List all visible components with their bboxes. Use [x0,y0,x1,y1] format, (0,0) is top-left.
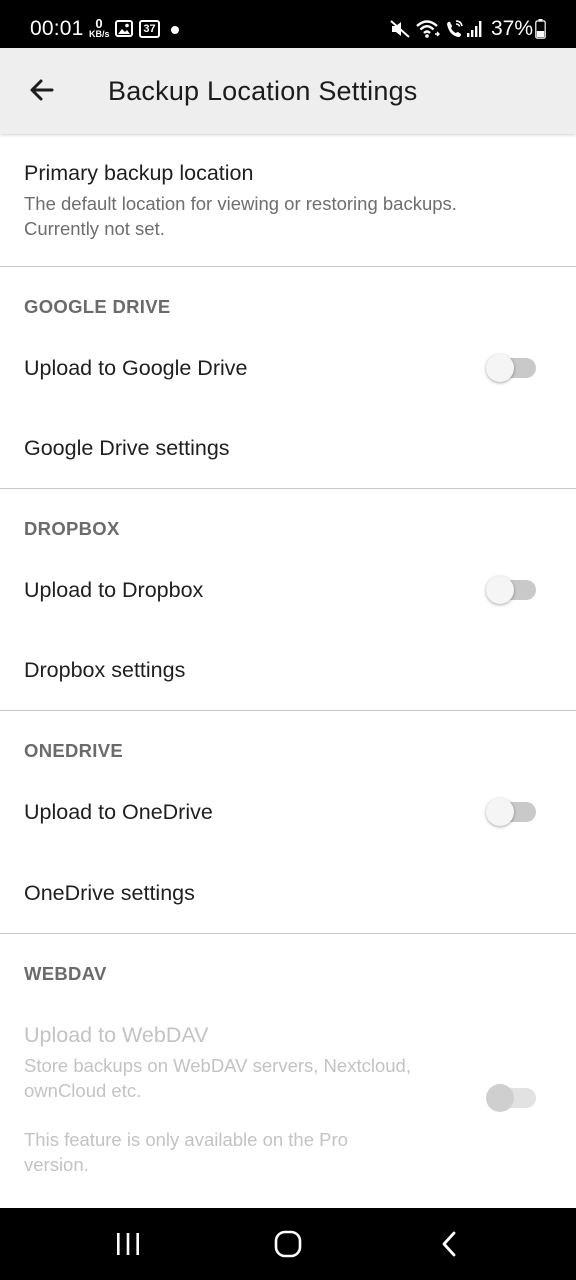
upload-to-webdav-item: Upload to WebDAV Store backups on WebDAV… [0,996,576,1196]
mute-icon [390,20,410,38]
notification-count-badge: 37 [139,20,160,38]
network-speed-unit: KB/s [89,29,110,39]
status-time: 00:01 [30,17,84,40]
dropbox-settings-label: Dropbox settings [24,658,186,682]
divider [0,266,576,267]
upload-to-dropbox-label: Upload to Dropbox [24,578,204,602]
divider [0,488,576,489]
toggle-thumb [486,798,514,826]
category-google-drive: GOOGLE DRIVE [24,296,171,317]
network-speed-indicator: 0 KB/s [89,17,110,41]
dropbox-upload-toggle[interactable] [484,574,540,606]
settings-list[interactable]: Primary backup location The default loca… [0,134,576,1208]
system-navigation-bar [0,1208,576,1280]
wifi-calling-icon [447,20,482,37]
webdav-summary-line1: Store backups on WebDAV servers, Nextclo… [24,1055,411,1076]
onedrive-settings-item[interactable]: OneDrive settings [0,852,576,933]
upload-to-dropbox-item[interactable]: Upload to Dropbox [0,550,576,630]
category-webdav: WEBDAV [24,963,107,984]
battery-percent: 37% [491,17,534,40]
primary-backup-location-title: Primary backup location [24,161,254,185]
toggle-thumb [486,576,514,604]
home-icon [274,1230,302,1258]
divider [0,933,576,934]
arrow-left-icon [30,79,54,101]
onedrive-settings-label: OneDrive settings [24,881,195,905]
back-icon [442,1231,456,1257]
upload-to-webdav-label: Upload to WebDAV [24,1023,209,1047]
upload-to-google-drive-item[interactable]: Upload to Google Drive [0,328,576,408]
toggle-thumb [486,1084,514,1112]
category-dropbox: DROPBOX [24,518,120,539]
app-toolbar: Backup Location Settings [0,48,576,134]
primary-backup-location-summary-line1: The default location for viewing or rest… [24,193,457,214]
upload-to-onedrive-label: Upload to OneDrive [24,800,213,824]
upload-to-google-drive-label: Upload to Google Drive [24,356,248,380]
google-drive-settings-label: Google Drive settings [24,436,230,460]
status-bar: 00:01 0 KB/s 37 37% [0,0,576,48]
home-button[interactable] [258,1224,318,1264]
google-drive-settings-item[interactable]: Google Drive settings [0,408,576,488]
webdav-pro-note-line1: This feature is only available on the Pr… [24,1129,348,1150]
primary-backup-location-item[interactable]: Primary backup location The default loca… [0,134,576,266]
toggle-thumb [486,354,514,382]
nav-back-button[interactable] [420,1224,480,1264]
recents-button[interactable] [98,1224,158,1264]
back-button[interactable] [14,62,70,118]
google-drive-upload-toggle[interactable] [484,352,540,384]
signal-icon [467,21,482,37]
gallery-icon [115,20,133,37]
webdav-upload-toggle [484,1082,540,1114]
wifi-icon [416,20,440,38]
recents-icon [117,1233,139,1255]
upload-to-onedrive-item[interactable]: Upload to OneDrive [0,772,576,852]
page-title: Backup Location Settings [108,76,418,106]
dropbox-settings-item[interactable]: Dropbox settings [0,630,576,710]
webdav-pro-note-line2: version. [24,1154,89,1175]
onedrive-upload-toggle[interactable] [484,796,540,828]
webdav-summary-line2: ownCloud etc. [24,1080,142,1101]
divider [0,710,576,711]
primary-backup-location-summary-line2: Currently not set. [24,218,165,239]
category-onedrive: ONEDRIVE [24,740,124,761]
more-notifications-dot [171,26,179,34]
battery-icon [535,19,546,39]
